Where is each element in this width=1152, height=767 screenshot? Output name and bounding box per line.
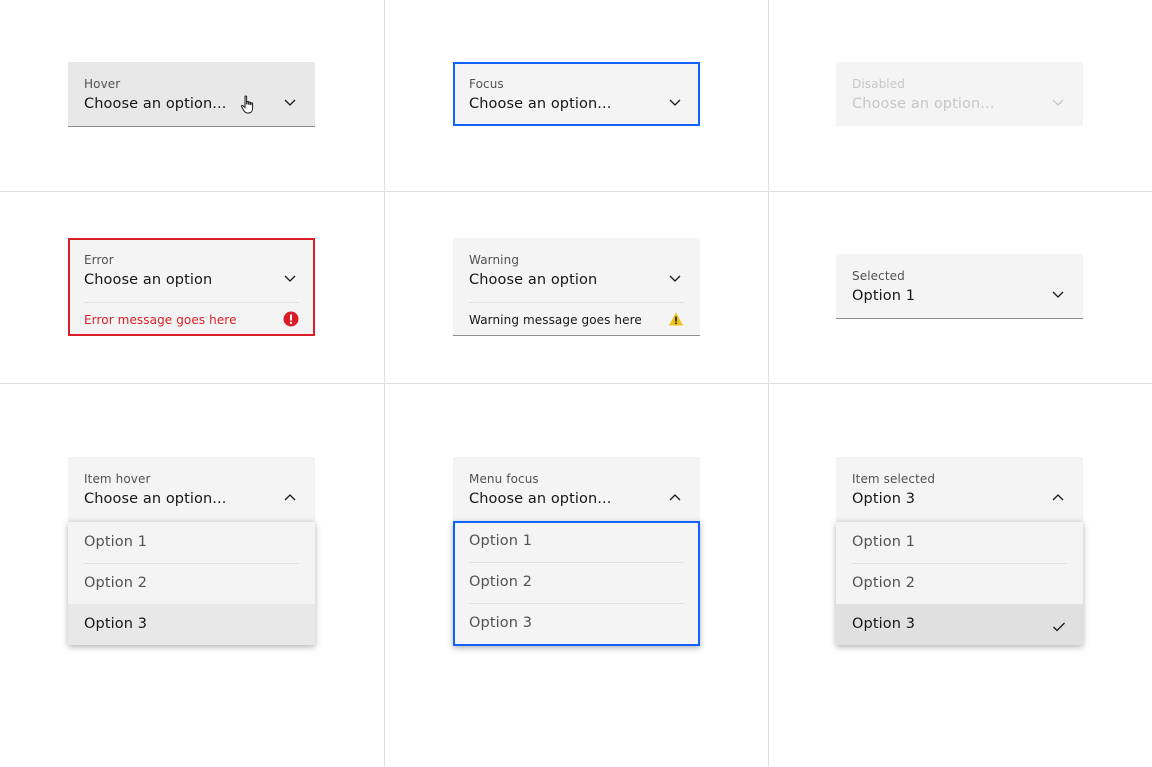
dropdown-field[interactable]: Hover Choose an option... (68, 62, 315, 126)
dropdown-field[interactable]: Item hover Choose an option... (68, 457, 315, 521)
dropdown-label: Item selected (852, 472, 936, 486)
dropdown-menu: Option 1 Option 2 Option 3 (453, 521, 700, 646)
menu-item-label: Option 3 (84, 616, 148, 632)
menu-item-divider (469, 603, 684, 604)
menu-item[interactable]: Option 3 (453, 603, 700, 644)
dropdown-hover[interactable]: Hover Choose an option... (68, 62, 315, 127)
warning-message-row: Warning message goes here (469, 302, 684, 336)
menu-item[interactable]: Option 2 (836, 563, 1083, 604)
chevron-down-icon (1051, 98, 1065, 108)
dropdown-label: Selected (852, 269, 905, 283)
warning-message: Warning message goes here (469, 313, 642, 327)
menu-item-hovered[interactable]: Option 3 (68, 604, 315, 645)
dropdown-item-selected[interactable]: Item selected Option 3 (836, 457, 1083, 521)
dropdown-warning[interactable]: Warning Choose an option Warning message… (453, 238, 700, 336)
menu-item-label: Option 2 (84, 575, 148, 591)
menu-item-label: Option 3 (852, 616, 916, 632)
dropdown-field[interactable]: Selected Option 1 (836, 254, 1083, 318)
dropdown-field[interactable]: Menu focus Choose an option... (453, 457, 700, 521)
dropdown-value: Choose an option (84, 272, 213, 288)
dropdown-label: Focus (469, 77, 504, 91)
dropdown-value: Choose an option... (852, 96, 995, 112)
grid-divider-horizontal (0, 383, 1152, 384)
chevron-down-icon (668, 98, 682, 108)
dropdown-value: Choose an option... (84, 491, 227, 507)
dropdown-label: Error (84, 253, 114, 267)
dropdown-selected[interactable]: Selected Option 1 (836, 254, 1083, 319)
dropdown-value: Option 1 (852, 288, 916, 304)
menu-item-label: Option 2 (469, 574, 533, 590)
dropdown-value: Choose an option... (469, 96, 612, 112)
menu-item-label: Option 1 (469, 533, 533, 549)
dropdown-focus[interactable]: Focus Choose an option... (453, 62, 700, 126)
dropdown-disabled: Disabled Choose an option... (836, 62, 1083, 126)
dropdown-label: Warning (469, 253, 520, 267)
menu-item[interactable]: Option 1 (68, 522, 315, 563)
chevron-up-icon (283, 493, 297, 503)
error-filled-icon (283, 311, 299, 327)
checkmark-icon (1052, 618, 1066, 637)
menu-item-selected[interactable]: Option 3 (836, 604, 1083, 645)
dropdown-value: Option 3 (852, 491, 916, 507)
chevron-down-icon (668, 274, 682, 284)
dropdown-menu: Option 1 Option 2 Option 3 (836, 521, 1083, 645)
menu-item-divider (852, 563, 1067, 564)
dropdown-label: Menu focus (469, 472, 539, 486)
menu-item[interactable]: Option 2 (68, 563, 315, 604)
dropdown-menu-focus[interactable]: Menu focus Choose an option... (453, 457, 700, 521)
chevron-up-icon (668, 493, 682, 503)
dropdown-item-hover[interactable]: Item hover Choose an option... (68, 457, 315, 521)
menu-item-label: Option 3 (469, 615, 533, 631)
dropdown-field[interactable]: Item selected Option 3 (836, 457, 1083, 521)
dropdown-field[interactable]: Focus Choose an option... (453, 62, 700, 126)
menu-item-label: Option 1 (852, 534, 916, 550)
dropdown-value: Choose an option (469, 272, 598, 288)
warning-filled-icon (668, 311, 684, 327)
menu-item[interactable]: Option 2 (453, 562, 700, 603)
menu-item-divider (469, 562, 684, 563)
dropdown-label: Disabled (852, 77, 905, 91)
dropdown-label: Item hover (84, 472, 151, 486)
menu-item-label: Option 1 (84, 534, 148, 550)
dropdown-value: Choose an option... (469, 491, 612, 507)
menu-item[interactable]: Option 1 (453, 521, 700, 562)
menu-item[interactable]: Option 1 (836, 522, 1083, 563)
error-message: Error message goes here (84, 313, 237, 327)
chevron-down-icon (1051, 290, 1065, 300)
grid-divider-horizontal (0, 191, 1152, 192)
chevron-down-icon (283, 98, 297, 108)
dropdown-field[interactable]: Error Choose an option (68, 238, 315, 302)
dropdown-field: Disabled Choose an option... (836, 62, 1083, 126)
menu-item-divider (84, 563, 299, 564)
dropdown-field[interactable]: Warning Choose an option (453, 238, 700, 302)
error-message-row: Error message goes here (84, 302, 299, 336)
chevron-up-icon (1051, 493, 1065, 503)
dropdown-menu: Option 1 Option 2 Option 3 (68, 521, 315, 645)
menu-item-label: Option 2 (852, 575, 916, 591)
hand-pointer-cursor-icon (240, 95, 258, 115)
dropdown-error[interactable]: Error Choose an option Error message goe… (68, 238, 315, 336)
dropdown-value: Choose an option... (84, 96, 227, 112)
dropdown-label: Hover (84, 77, 121, 91)
chevron-down-icon (283, 274, 297, 284)
